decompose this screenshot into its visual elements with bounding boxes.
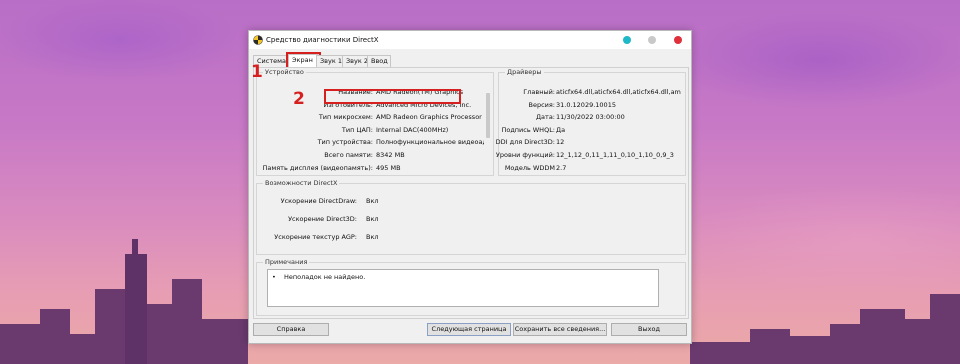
tab-input[interactable]: Ввод	[367, 55, 391, 67]
notes-group-title: Примечания	[263, 258, 310, 266]
device-type-value: Полнофункциональное видеоадап	[376, 138, 484, 146]
device-name-highlight	[324, 89, 461, 104]
device-scrollbar[interactable]	[486, 93, 490, 138]
agp-label: Ускорение текстур AGP:	[274, 233, 357, 241]
main-driver-value: aticfx64.dll,aticfx64.dll,aticfx64.dll,a…	[556, 88, 681, 96]
tab-sound-2[interactable]: Звук 2	[342, 55, 370, 67]
display-memory-label: Память дисплея (видеопамять):	[262, 164, 374, 172]
note-item: Неполадок не найдено.	[284, 273, 366, 281]
whql-value: Да	[556, 126, 566, 134]
dac-type-label: Тип ЦАП:	[341, 126, 373, 134]
display-panel: Устройство Название: AMD Radeon(TM) Grap…	[253, 67, 689, 319]
ddi-value: 12	[556, 138, 565, 146]
close-icon[interactable]	[674, 36, 682, 44]
total-memory-value: 8342 MB	[376, 151, 405, 159]
wddm-value: 2.7	[556, 164, 567, 172]
tab-sound-1[interactable]: Звук 1	[316, 55, 344, 67]
features-group-title: Возможности DirectX	[263, 179, 340, 187]
next-page-button[interactable]: Следующая страница	[427, 323, 511, 336]
drivers-group: Драйверы Главный: aticfx64.dll,aticfx64.…	[495, 68, 686, 176]
chip-type-value: AMD Radeon Graphics Processor (0x1	[376, 113, 484, 121]
bullet-icon: •	[272, 273, 276, 281]
feature-levels-label: Уровни функций:	[495, 151, 555, 159]
main-driver-label: Главный:	[523, 88, 555, 96]
step-2-marker: 2	[293, 89, 305, 109]
date-label: Дата:	[535, 113, 555, 121]
version-value: 31.0.12029.10015	[556, 101, 616, 109]
chip-type-label: Тип микросхем:	[318, 113, 373, 121]
total-memory-label: Всего памяти:	[324, 151, 373, 159]
step-1-marker: 1	[251, 62, 263, 82]
directdraw-value: Вкл	[366, 197, 379, 205]
dxdiag-window: Средство диагностики DirectX Система Экр…	[248, 30, 692, 344]
drivers-group-title: Драйверы	[505, 68, 544, 76]
device-type-label: Тип устройства:	[317, 138, 373, 146]
minimize-icon[interactable]	[623, 36, 631, 44]
directx-features-group: Возможности DirectX Ускорение DirectDraw…	[256, 179, 686, 255]
ddi-label: DDI для Direct3D:	[495, 138, 555, 146]
device-group-title: Устройство	[263, 68, 306, 76]
directdraw-label: Ускорение DirectDraw:	[280, 197, 357, 205]
dac-type-value: Internal DAC(400MHz)	[376, 126, 449, 134]
notes-textbox[interactable]: • Неполадок не найдено.	[267, 269, 659, 307]
exit-button[interactable]: Выход	[611, 323, 687, 336]
agp-value: Вкл	[366, 233, 379, 241]
date-value: 11/30/2022 03:00:00	[556, 113, 625, 121]
feature-levels-value: 12_1,12_0,11_1,11_0,10_1,10_0,9_3	[556, 151, 674, 159]
wddm-label: Модель WDDM	[504, 164, 555, 172]
window-title: Средство диагностики DirectX	[266, 36, 379, 44]
direct3d-label: Ускорение Direct3D:	[288, 215, 357, 223]
notes-group: Примечания • Неполадок не найдено.	[256, 258, 686, 316]
direct3d-value: Вкл	[366, 215, 379, 223]
whql-label: Подпись WHQL:	[501, 126, 555, 134]
help-button[interactable]: Справка	[253, 323, 329, 336]
display-memory-value: 495 MB	[376, 164, 401, 172]
dxdiag-app-icon	[253, 35, 263, 45]
save-all-button[interactable]: Сохранить все сведения...	[513, 323, 607, 336]
title-bar: Средство диагностики DirectX	[249, 31, 691, 49]
maximize-icon[interactable]	[648, 36, 656, 44]
version-label: Версия:	[528, 101, 555, 109]
device-group: Устройство Название: AMD Radeon(TM) Grap…	[256, 68, 494, 176]
tab-display[interactable]: Экран	[286, 52, 321, 69]
